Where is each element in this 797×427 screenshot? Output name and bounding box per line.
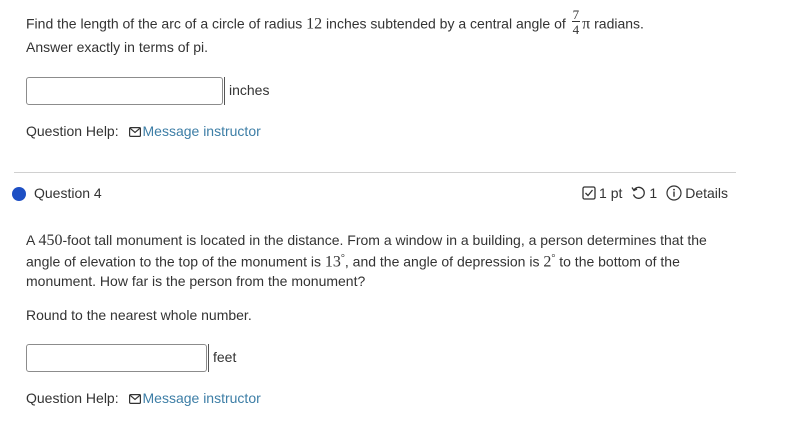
prompt-text: radians. [590, 15, 644, 32]
prompt-text: A [26, 232, 39, 248]
mail-icon [128, 394, 141, 404]
message-instructor-link[interactable]: Message instructor [143, 390, 261, 406]
answer-note: Answer exactly in terms of pi. [26, 39, 209, 55]
question-help-row: Question Help: Message instructor [26, 123, 261, 139]
divider [14, 172, 736, 173]
question-help-label: Question Help: [26, 390, 119, 406]
rounding-note: Round to the nearest whole number. [26, 307, 252, 323]
fraction-numerator: 7 [571, 7, 581, 22]
status-dot [12, 187, 26, 201]
question-meta: 1 pt 1 Details [582, 185, 728, 201]
elevation-value: 13 [324, 253, 341, 271]
fraction-denominator: 4 [572, 22, 580, 37]
details-label[interactable]: Details [685, 185, 728, 201]
info-icon[interactable] [666, 185, 682, 201]
question-4-header: Question 4 1 pt 1 Details [12, 184, 728, 206]
question-4-prompt: A 450-foot tall monument is located in t… [26, 231, 736, 290]
angle-fraction: 74 [571, 7, 581, 37]
attempts-value: 1 [649, 185, 658, 201]
prompt-text: inches subtended by a central angle of [322, 15, 570, 32]
question-help-row: Question Help: Message instructor [26, 390, 261, 406]
points-value: 1 pt [599, 185, 623, 201]
checkbox-icon [582, 186, 596, 200]
height-value: 450 [38, 232, 63, 249]
arc-length-input[interactable] [26, 77, 223, 105]
distance-input[interactable] [26, 344, 207, 372]
retry-icon [631, 186, 646, 199]
question-3-prompt: Find the length of the arc of a circle o… [26, 7, 644, 39]
message-instructor-link[interactable]: Message instructor [143, 123, 261, 139]
mail-icon [128, 127, 141, 137]
question-title: Question 4 [34, 185, 102, 201]
unit-label: feet [208, 344, 236, 372]
question-help-label: Question Help: [26, 123, 119, 139]
prompt-text: Find the length of the arc of a circle o… [26, 15, 307, 32]
radius-value: 12 [306, 15, 323, 33]
prompt-text: , and the angle of depression is [344, 253, 544, 270]
unit-label: inches [224, 77, 269, 105]
